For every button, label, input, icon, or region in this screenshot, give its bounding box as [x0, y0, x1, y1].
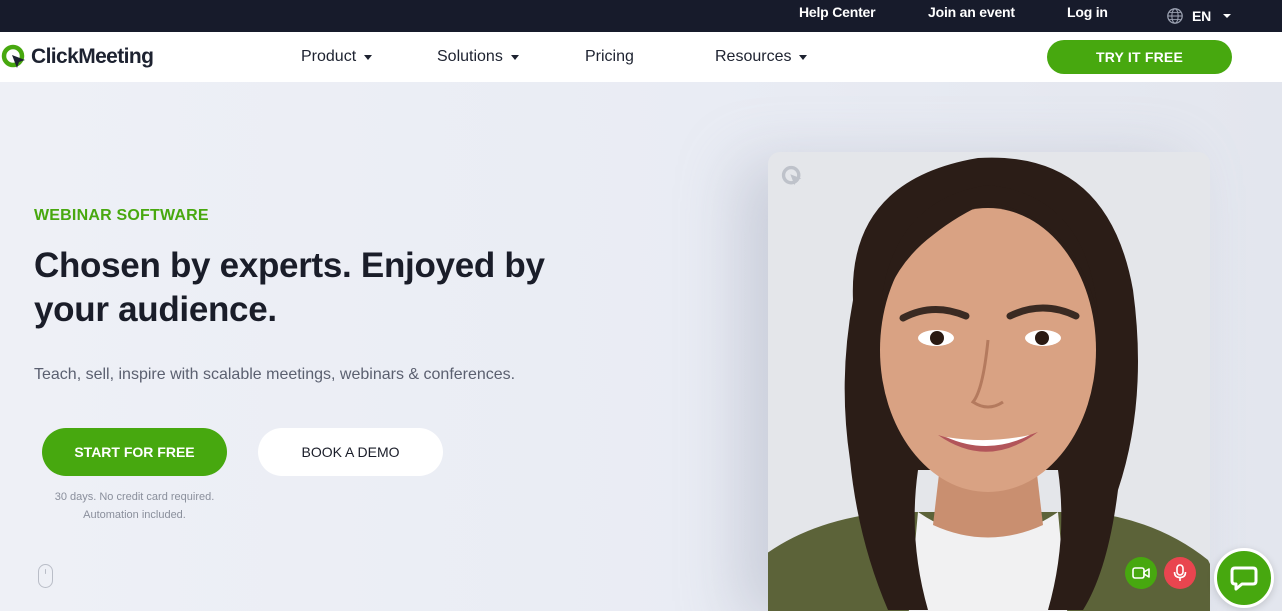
nav-item-pricing[interactable]: Pricing — [585, 32, 634, 82]
video-preview-card — [768, 152, 1210, 611]
microphone-icon — [1173, 564, 1187, 581]
language-selector[interactable]: EN — [1166, 0, 1232, 32]
chevron-down-icon — [510, 54, 519, 60]
nav-item-solutions[interactable]: Solutions — [437, 32, 519, 82]
scroll-mouse-icon[interactable] — [38, 564, 53, 588]
nav-item-product[interactable]: Product — [301, 32, 373, 82]
video-camera-icon — [1132, 567, 1150, 579]
hero-eyebrow: WEBINAR SOFTWARE — [34, 207, 209, 224]
nav-item-label: Resources — [715, 48, 792, 65]
clickmeeting-logo[interactable]: ClickMeeting — [1, 44, 154, 70]
hero-headline: Chosen by experts. Enjoyed by your audie… — [34, 246, 545, 329]
nav-item-label: Product — [301, 48, 357, 65]
help-center-link[interactable]: Help Center — [799, 0, 876, 32]
nav-item-label: Pricing — [585, 48, 634, 65]
chevron-down-icon — [799, 54, 808, 60]
main-navigation: ClickMeeting Product Solutions Pricing R… — [0, 32, 1282, 82]
chevron-down-icon — [364, 54, 373, 60]
chat-bubble-icon — [1230, 566, 1258, 591]
live-chat-button[interactable] — [1214, 548, 1274, 608]
chevron-down-icon — [1223, 14, 1232, 18]
top-utility-bar: Help Center Join an event Log in EN — [0, 0, 1282, 32]
logo-text: ClickMeeting — [31, 45, 154, 68]
book-a-demo-button[interactable]: BOOK A DEMO — [258, 428, 443, 476]
hero-subtext: Teach, sell, inspire with scalable meeti… — [34, 366, 516, 383]
microphone-toggle-button[interactable] — [1164, 557, 1196, 589]
trial-note: 30 days. No credit card required. — [54, 491, 215, 503]
clickmeeting-logo-icon — [1, 44, 25, 68]
camera-toggle-button[interactable] — [1125, 557, 1157, 589]
language-label: EN — [1192, 7, 1212, 24]
automation-note: Automation included. — [83, 509, 186, 521]
nav-item-resources[interactable]: Resources — [715, 32, 808, 82]
clickmeeting-watermark-icon — [781, 165, 802, 186]
globe-icon — [1167, 8, 1183, 24]
start-for-free-button[interactable]: START FOR FREE — [42, 428, 227, 476]
try-it-free-button[interactable]: TRY IT FREE — [1047, 40, 1232, 74]
presenter-portrait — [768, 157, 1210, 611]
log-in-link[interactable]: Log in — [1067, 0, 1108, 32]
join-event-link[interactable]: Join an event — [928, 0, 1015, 32]
nav-item-label: Solutions — [437, 48, 503, 65]
